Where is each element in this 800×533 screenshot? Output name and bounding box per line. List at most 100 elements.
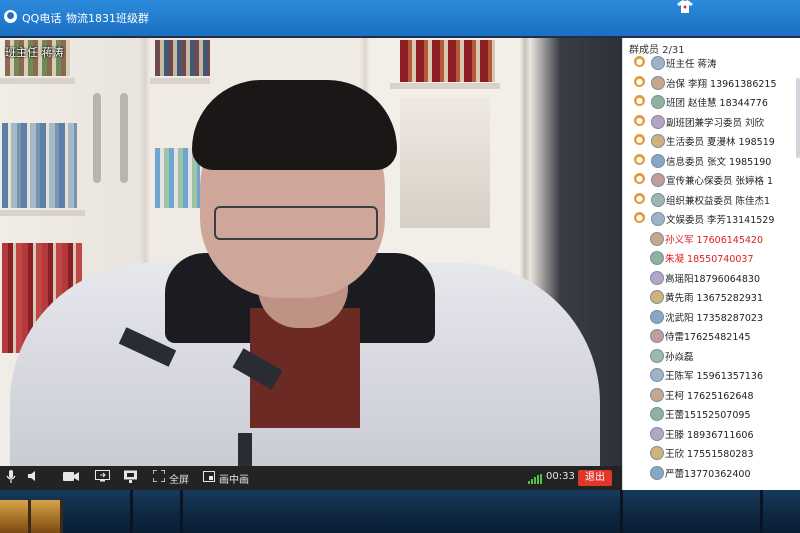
desktop-post <box>760 490 763 533</box>
role-person-icon: ● <box>634 134 645 145</box>
member-name: 副班团兼学习委员 刘欣 <box>666 117 765 129</box>
avatar-icon <box>650 407 664 421</box>
member-row[interactable]: 孙义军 17606145420 <box>623 229 800 248</box>
avatar-icon <box>650 446 664 460</box>
avatar-icon <box>650 270 664 285</box>
member-row[interactable]: ● 班团 赵佳慧 18344776 <box>623 92 800 111</box>
desktop-post <box>180 490 183 533</box>
avatar-icon <box>651 153 665 168</box>
skin-shirt-icon[interactable] <box>676 0 694 14</box>
member-name: 侍雷17625482145 <box>665 332 751 343</box>
cabinet-glass <box>400 98 490 228</box>
member-row[interactable]: 严蕾13770362400 <box>623 463 800 482</box>
member-name: 王欣 17551580283 <box>665 449 754 460</box>
member-name: 宣传兼心保委员 张婷格 1 <box>666 176 774 187</box>
member-row[interactable]: 王欣 17551580283 <box>623 443 800 462</box>
member-name: 文娱委员 李芳13141529 <box>666 215 775 226</box>
camera-icon[interactable] <box>63 470 79 486</box>
pip-button[interactable]: 画中画 <box>219 471 249 486</box>
member-row[interactable]: ● 治保 李翔 13961386215 <box>623 73 800 92</box>
member-row[interactable]: 侍雷17625482145 <box>623 326 800 345</box>
role-person-icon: ● <box>634 95 645 106</box>
avatar-icon <box>650 309 664 324</box>
member-name: 严蕾13770362400 <box>665 468 751 480</box>
desktop-post <box>620 490 623 533</box>
member-row[interactable]: ● 组织兼权益委员 陈佳杰1 <box>623 190 800 209</box>
speaker-icon[interactable] <box>26 470 40 486</box>
title-bar[interactable]: ● QQ电话 - 物流1831班级群 <box>0 0 800 36</box>
call-toolbar: 全屏 画中画 00:33 退出 <box>0 466 622 490</box>
desktop-background <box>0 490 800 533</box>
jacket-zipper <box>238 433 252 466</box>
member-row[interactable]: ● 生活委员 夏漫林 198519 <box>623 131 800 150</box>
person-glasses <box>214 206 378 240</box>
member-row[interactable]: ● 班主任 蒋涛 <box>623 53 800 72</box>
member-row[interactable]: ● 文娱委员 李芳13141529 <box>623 209 800 228</box>
avatar-icon <box>651 75 665 90</box>
avatar-icon <box>650 465 664 480</box>
books <box>155 40 210 76</box>
signal-icon <box>528 474 542 484</box>
bookshelf <box>150 78 210 84</box>
member-row[interactable]: 王蕾15152507095 <box>623 404 800 423</box>
fullscreen-icon[interactable] <box>152 469 166 486</box>
member-row[interactable]: 孙焱磊 <box>623 346 800 365</box>
avatar-icon <box>651 212 665 226</box>
role-person-icon: ● <box>634 173 645 184</box>
member-row[interactable]: ● 副班团兼学习委员 刘欣 <box>623 112 800 131</box>
member-name: 王滕 18936711606 <box>665 429 754 441</box>
member-name: 朱凝 18550740037 <box>665 254 754 265</box>
member-scrollbar[interactable] <box>796 78 800 158</box>
member-row[interactable]: 王陈军 15961357136 <box>623 365 800 384</box>
avatar-icon <box>650 426 664 441</box>
member-panel: 群成员 2/31 ● 班主任 蒋涛 ● 治保 李翔 13961386215 ● 班团 赵佳… <box>622 38 800 490</box>
member-row[interactable]: 王滕 18936711606 <box>623 424 800 443</box>
avatar-icon <box>651 56 665 70</box>
mic-icon[interactable] <box>4 470 18 486</box>
fullscreen-button[interactable]: 全屏 <box>169 471 189 486</box>
member-row[interactable]: 黄先雨 13675282931 <box>623 287 800 306</box>
share-screen-icon[interactable] <box>94 470 110 486</box>
member-name: 沈武阳 17358287023 <box>665 312 764 324</box>
avatar-icon <box>651 114 665 129</box>
books <box>2 123 77 208</box>
pip-icon[interactable] <box>202 470 216 486</box>
bookshelf <box>0 78 75 84</box>
member-name: 治保 李翔 13961386215 <box>666 78 777 90</box>
avatar-icon <box>650 329 664 343</box>
monitor-icon[interactable] <box>122 470 138 486</box>
avatar-icon <box>651 192 665 207</box>
member-name: 孙焱磊 <box>665 351 694 363</box>
cabinet-handle <box>120 93 128 183</box>
avatar-icon <box>651 173 665 187</box>
member-row[interactable]: 朱凝 18550740037 <box>623 248 800 267</box>
role-person-icon: ● <box>634 75 645 87</box>
group-name: 物流1831班级群 <box>66 12 149 25</box>
books <box>400 40 495 82</box>
avatar-icon <box>650 387 664 402</box>
member-row[interactable]: 高瑶阳18796064830 <box>623 268 800 287</box>
person-hair <box>192 80 397 170</box>
avatar-icon <box>651 95 665 109</box>
member-name: 高瑶阳18796064830 <box>665 273 760 285</box>
exit-button[interactable]: 退出 <box>578 470 612 486</box>
member-name: 王蕾15152507095 <box>665 410 751 421</box>
member-row[interactable]: 沈武阳 17358287023 <box>623 307 800 326</box>
avatar-icon <box>650 231 664 246</box>
role-person-icon: ● <box>634 192 645 204</box>
desktop-post <box>130 490 133 533</box>
bookshelf <box>0 210 85 216</box>
role-person-icon: ● <box>634 56 645 67</box>
member-name: 孙义军 17606145420 <box>665 234 764 246</box>
member-row[interactable]: 王柯 17625162648 <box>623 385 800 404</box>
member-name: 班主任 蒋涛 <box>666 59 717 70</box>
member-name: 班团 赵佳慧 18344776 <box>666 98 768 109</box>
member-row[interactable]: ● 信息委员 张文 1985190 <box>623 151 800 170</box>
video-feed[interactable]: 班主任 蒋涛 <box>0 38 622 466</box>
role-person-icon: ● <box>634 212 645 223</box>
member-name: 信息委员 张文 1985190 <box>666 156 772 168</box>
cabinet-handle <box>93 93 101 183</box>
member-name: 黄先雨 13675282931 <box>665 293 764 304</box>
role-person-icon: ● <box>634 114 645 126</box>
member-row[interactable]: ● 宣传兼心保委员 张婷格 1 <box>623 170 800 189</box>
